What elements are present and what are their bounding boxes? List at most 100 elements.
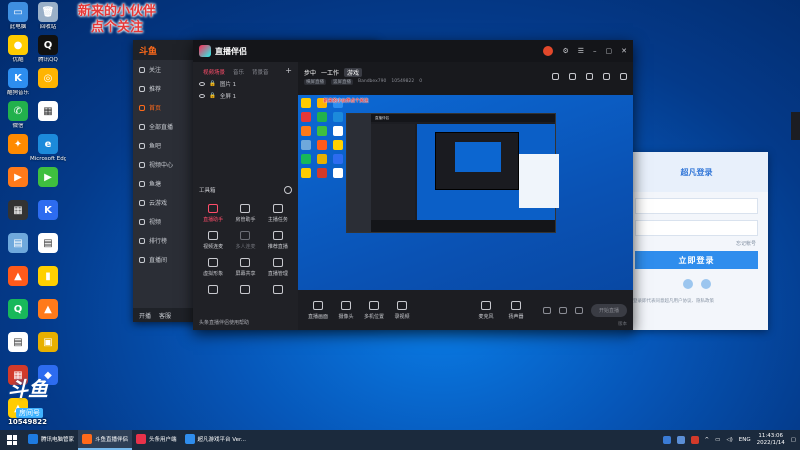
desktop-icon[interactable]: ▤ — [30, 233, 66, 255]
tab-music[interactable]: 音乐 — [233, 68, 244, 76]
douyu-sidebar-item[interactable]: 推荐 — [133, 79, 193, 98]
grid-icon[interactable] — [603, 72, 610, 80]
minimize-icon[interactable]: – — [593, 47, 597, 55]
desktop-icon[interactable]: ▮ — [30, 266, 66, 288]
tool-button[interactable]: 虚拟形象 — [197, 258, 229, 277]
taskbar-app[interactable]: 腾讯电脑管家 — [24, 430, 78, 450]
tool-button[interactable]: 多人连麦 — [229, 231, 261, 250]
desktop-icon[interactable]: K — [30, 200, 66, 222]
close-icon[interactable]: ✕ — [621, 47, 627, 55]
tool-icon — [240, 285, 251, 294]
room-chip[interactable]: 横屏直播 — [304, 78, 326, 85]
tool-button[interactable]: 房管助手 — [229, 204, 261, 223]
tray-app-icon[interactable] — [662, 436, 671, 444]
language-indicator[interactable]: ENG — [739, 437, 751, 443]
login-button[interactable]: 立即登录 — [635, 251, 758, 269]
taskbar-app[interactable]: 超凡游戏平台 Ver... — [181, 430, 250, 450]
record-video-button[interactable]: 录视频 — [388, 300, 416, 320]
douyu-sidebar-item[interactable]: 视频 — [133, 212, 193, 231]
toolbox-settings-icon[interactable] — [284, 186, 292, 194]
douyu-sidebar-item[interactable]: 全部直播 — [133, 117, 193, 136]
avatar[interactable] — [543, 46, 554, 56]
lock-icon[interactable] — [569, 72, 576, 80]
room-tag[interactable]: 游戏 — [344, 67, 363, 77]
douyu-sidebar-item[interactable]: 鱼吧 — [133, 136, 193, 155]
lock-icon[interactable]: 🔒 — [209, 81, 216, 87]
tool-button[interactable]: 推荐直播 — [262, 231, 294, 250]
tool-button[interactable]: 直播助手 — [197, 204, 229, 223]
start-button[interactable] — [0, 430, 24, 450]
qq-login-icon[interactable] — [682, 279, 693, 289]
douyu-sidebar-item[interactable]: 首页 — [133, 98, 193, 117]
layout-icon[interactable] — [552, 72, 559, 80]
visible-icon[interactable] — [199, 82, 205, 86]
menu-icon[interactable]: ☰ — [578, 47, 584, 55]
add-scene-icon[interactable]: + — [285, 67, 292, 76]
desktop-icon[interactable]: 🗑 回收站 — [30, 2, 66, 31]
multi-cam-button[interactable]: 多机位置 — [360, 300, 388, 320]
video-icon[interactable] — [542, 306, 551, 314]
password-field[interactable] — [635, 220, 758, 236]
copy-icon[interactable] — [586, 72, 593, 80]
desktop-icon[interactable]: Q 腾讯QQ — [30, 35, 66, 64]
edge-window-strip[interactable] — [791, 112, 800, 140]
record-circle-icon[interactable] — [558, 306, 567, 314]
chevron-up-icon[interactable]: ^ — [705, 437, 710, 443]
settings-icon[interactable] — [574, 306, 583, 314]
desktop-icon[interactable]: ◎ — [30, 68, 66, 90]
douyu-sidebar-item[interactable]: 视频中心 — [133, 155, 193, 174]
speaker-button[interactable]: 扬声器 — [502, 300, 530, 320]
network-icon[interactable]: ▭ — [715, 437, 720, 443]
clock[interactable]: 11:43:06 2022/1/14 — [757, 433, 785, 447]
start-live-button[interactable]: 开始直播 — [590, 303, 627, 317]
room-name[interactable]: 一工作 — [321, 68, 339, 77]
microphone-button[interactable]: 麦克风 — [472, 300, 500, 320]
taskbar-app[interactable]: 斗鱼直播伴侣 — [78, 430, 133, 450]
douyu-footer-service[interactable]: 客服 — [159, 311, 171, 320]
tool-button[interactable]: 视频连麦 — [197, 231, 229, 250]
share-icon[interactable] — [620, 72, 627, 80]
taskbar-app[interactable]: 头条用户端 — [132, 430, 181, 450]
desktop-icon[interactable]: e Microsoft Edge — [30, 134, 66, 163]
tool-button[interactable]: 直播管理 — [262, 258, 294, 277]
notification-icon[interactable]: ▢ — [791, 437, 796, 443]
stream-screen-button[interactable]: 直播画面 — [304, 300, 332, 320]
bottom-tool-label: 直播画面 — [307, 313, 328, 320]
login-window[interactable]: 超凡登录 忘记帐号 立即登录 登录即代表同意超凡用户协议、隐私政策 — [625, 152, 768, 330]
tool-button[interactable]: 主播任务 — [262, 204, 294, 223]
volume-icon[interactable]: ◁) — [726, 437, 732, 443]
visible-icon[interactable] — [199, 94, 205, 98]
desktop-icon[interactable]: ▶ — [30, 167, 66, 189]
lock-icon[interactable]: 🔒 — [209, 93, 216, 99]
tab-bgm[interactable]: 背景音 — [252, 68, 269, 76]
live-companion-window[interactable]: 直播伴侣 ⚙ ☰ – ▢ ✕ 视频场景 音乐 背景音 + 🔒 图片 1 🔒 全屏… — [193, 40, 633, 330]
tray-app-icon[interactable] — [690, 436, 699, 444]
live-preview-canvas[interactable]: 新来的小伙伴点个关注 直播伴侣 — [298, 95, 633, 313]
tool-button[interactable] — [197, 285, 229, 297]
douyu-sidebar-item[interactable]: 云游戏 — [133, 193, 193, 212]
tool-button[interactable]: 屏幕共享 — [229, 258, 261, 277]
douyu-footer-start[interactable]: 开播 — [139, 311, 151, 320]
douyu-sidebar-item[interactable]: 关注 — [133, 60, 193, 79]
settings-icon[interactable]: ⚙ — [562, 47, 568, 55]
desktop-icon[interactable]: ▣ — [30, 332, 66, 354]
tool-button[interactable] — [229, 285, 261, 297]
wechat-login-icon[interactable] — [700, 279, 711, 289]
tool-button[interactable] — [262, 285, 294, 297]
douyu-sidebar-item[interactable]: 直播间 — [133, 250, 193, 269]
source-item[interactable]: 🔒 图片 1 — [193, 76, 298, 88]
account-field[interactable] — [635, 198, 758, 214]
tab-video-scene[interactable]: 视频场景 — [203, 68, 225, 76]
douyu-sidebar-item[interactable]: 鱼塘 — [133, 174, 193, 193]
source-item[interactable]: 🔒 全屏 1 — [193, 88, 298, 100]
desktop-icon[interactable]: ▲ — [30, 299, 66, 321]
room-chip[interactable]: 竖屏直播 — [331, 78, 353, 85]
shield-icon[interactable] — [676, 436, 685, 444]
monitor-icon — [313, 300, 323, 310]
help-link[interactable]: 头条直播伴侣使用帮助 — [199, 319, 249, 326]
maximize-icon[interactable]: ▢ — [606, 47, 613, 55]
douyu-sidebar-item[interactable]: 排行榜 — [133, 231, 193, 250]
forgot-link[interactable]: 忘记帐号 — [625, 240, 756, 247]
camera-button[interactable]: 摄像头 — [332, 300, 360, 320]
desktop-icon[interactable]: ▦ — [30, 101, 66, 123]
